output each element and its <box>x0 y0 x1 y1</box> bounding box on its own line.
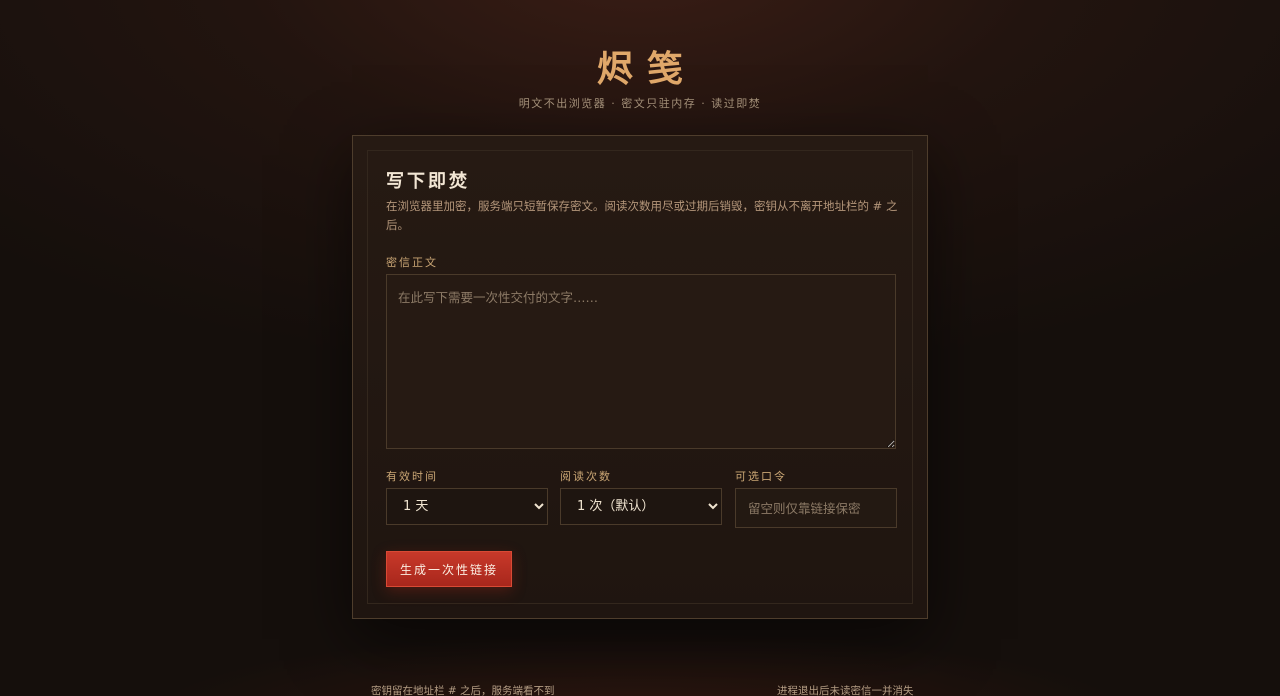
footer-note-right: 进程退出后未读密信一并消失 <box>777 685 914 696</box>
footer-note-left: 密钥留在地址栏 # 之后，服务端看不到 <box>371 685 555 696</box>
reads-label: 阅读次数 <box>560 470 612 483</box>
generate-link-button[interactable]: 生成一次性链接 <box>386 551 512 587</box>
compose-card: 写下即焚 在浏览器里加密，服务端只短暂保存密文。阅读次数用尽或过期后销毁，密钥从… <box>352 135 928 619</box>
compose-card-inner: 写下即焚 在浏览器里加密，服务端只短暂保存密文。阅读次数用尽或过期后销毁，密钥从… <box>367 150 913 604</box>
message-label: 密信正文 <box>386 256 438 269</box>
reads-select[interactable]: 1 次（默认） <box>560 488 722 525</box>
expiry-label: 有效时间 <box>386 470 438 483</box>
passcode-label: 可选口令 <box>735 470 787 483</box>
passcode-input[interactable] <box>735 488 897 528</box>
expiry-select[interactable]: 1 天 <box>386 488 548 525</box>
card-heading: 写下即焚 <box>386 171 470 192</box>
brand-tagline: 明文不出浏览器 · 密文只驻内存 · 读过即焚 <box>518 97 762 110</box>
brand-title: 烬笺 <box>596 48 697 90</box>
card-description: 在浏览器里加密，服务端只短暂保存密文。阅读次数用尽或过期后销毁，密钥从不离开地址… <box>386 199 898 232</box>
message-textarea[interactable] <box>386 274 896 449</box>
